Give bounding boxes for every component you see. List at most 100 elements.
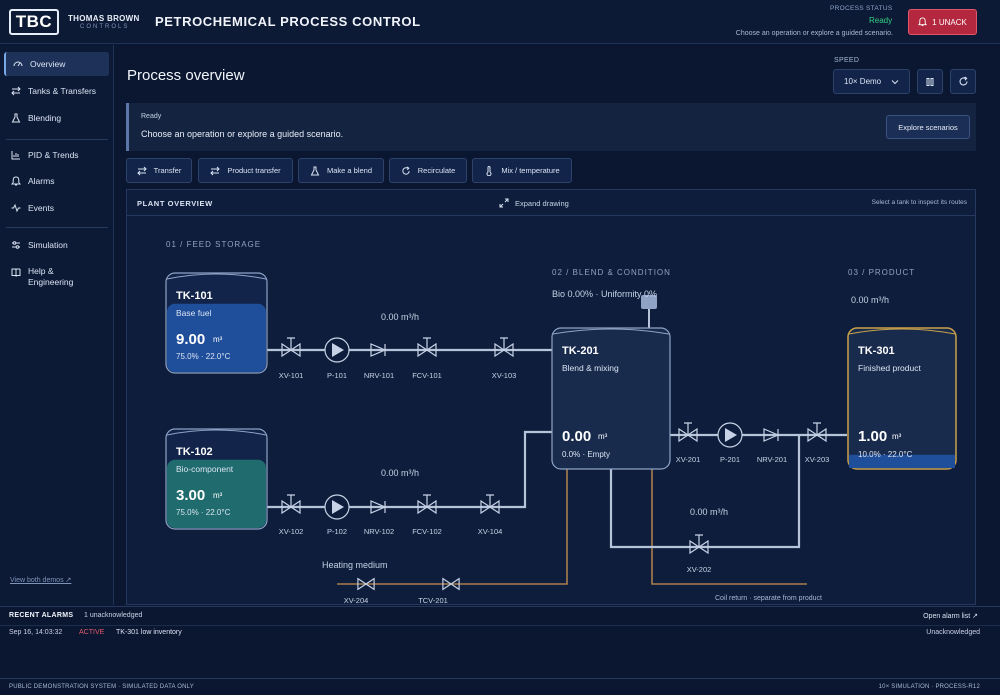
valve-xv101[interactable] [281, 337, 301, 357]
refresh-icon [402, 165, 410, 175]
plant-hint: Select a tank to inspect its routes [871, 199, 967, 206]
logo-subtitle: CONTROLS [80, 24, 130, 30]
alarm-time: Sep 16, 14:03:32 [9, 629, 63, 636]
flow-line2: 0.00 m³/h [381, 468, 419, 478]
label-fcv101: FCV-101 [412, 371, 442, 380]
banner-title: Ready [141, 113, 162, 120]
make-blend-button[interactable]: Make a blend [298, 158, 384, 183]
tank-id: TK-102 [176, 446, 213, 458]
sidebar-item-label: Overview [30, 59, 66, 69]
recent-alarms-panel: RECENT ALARMS 1 unacknowledged Open alar… [0, 606, 1000, 642]
sidebar-item-pid-trends[interactable]: PID & Trends [4, 143, 109, 167]
alarm-state: ACTIVE [79, 629, 105, 636]
reset-button[interactable] [950, 69, 976, 94]
plant-panel-header: PLANT OVERVIEW Expand drawing Select a t… [127, 190, 975, 216]
mix-temperature-button[interactable]: Mix / temperature [472, 158, 572, 183]
sidebar-divider [6, 227, 108, 228]
flask-icon [310, 166, 320, 175]
heating-line [337, 467, 807, 585]
label-p101: P-101 [327, 371, 347, 380]
pause-icon [926, 77, 934, 86]
sidebar-item-tanks-transfers[interactable]: Tanks & Transfers [4, 79, 109, 103]
op-label: Recirculate [417, 166, 456, 175]
page-title: Process overview [127, 67, 245, 84]
activity-icon [11, 203, 21, 213]
recirculate-button[interactable]: Recirculate [389, 158, 467, 183]
sidebar-item-simulation[interactable]: Simulation [4, 233, 109, 257]
book-icon [11, 268, 21, 277]
view-both-demos-link[interactable]: View both demos ↗ [10, 576, 71, 584]
transfer-button[interactable]: Transfer [126, 158, 192, 183]
product-transfer-button[interactable]: Product transfer [198, 158, 293, 183]
label-nrv201: NRV-201 [757, 455, 787, 464]
expand-drawing-button[interactable]: Expand drawing [499, 198, 569, 208]
unack-alarms-button[interactable]: 1 UNACK [908, 9, 977, 35]
sidebar-item-label: PID & Trends [28, 150, 79, 160]
footer: PUBLIC DEMONSTRATION SYSTEM · SIMULATED … [0, 678, 1000, 695]
process-status-value: Ready [869, 16, 893, 25]
tank-tk101[interactable]: TK-101 Base fuel 9.00 m³ 75.0% · 22.0°C [165, 272, 268, 374]
sidebar-item-blending[interactable]: Blending [4, 106, 109, 130]
tank-id: TK-201 [562, 345, 599, 357]
sidebar-item-label: Simulation [28, 240, 68, 250]
label-p201: P-201 [720, 455, 740, 464]
footer-version: 10× SIMULATION · PROCESS-R12 [878, 684, 980, 690]
app-title: PETROCHEMICAL PROCESS CONTROL [155, 14, 421, 29]
explore-scenarios-button[interactable]: Explore scenarios [886, 115, 970, 139]
label-p102: P-102 [327, 527, 347, 536]
sidebar-item-label: Alarms [28, 176, 55, 186]
pause-button[interactable] [917, 69, 943, 94]
coil-note: Coil return · separate from product [715, 595, 822, 602]
speed-select[interactable]: 10× Demo [833, 69, 910, 94]
open-alarm-list-link[interactable]: Open alarm list ↗ [923, 612, 978, 620]
label-xv202: XV-202 [687, 565, 712, 574]
flask-icon [11, 113, 21, 123]
pump-p102[interactable] [324, 494, 350, 520]
sidebar-item-overview[interactable]: Overview [4, 52, 109, 76]
valve-xv102[interactable] [281, 494, 301, 514]
tank-volume: 1.00 [858, 428, 887, 445]
sidebar-item-label: Events [28, 203, 54, 213]
sidebar-item-events[interactable]: Events [4, 196, 109, 220]
sidebar: Overview Tanks & Transfers Blending PID … [0, 45, 114, 605]
sidebar-item-help-engineering[interactable]: Help & Engineering [4, 261, 109, 293]
tank-tk301[interactable]: TK-301 Finished product 1.00 m³ 10.0% · … [847, 327, 957, 470]
app-header: TBC THOMAS BROWN CONTROLS PETROCHEMICAL … [0, 0, 1000, 44]
tank-volume: 0.00 [562, 428, 591, 445]
tank-tk102[interactable]: TK-102 Bio-component 3.00 m³ 75.0% · 22.… [165, 428, 268, 530]
op-label: Mix / temperature [501, 166, 560, 175]
section-product-label: 03 / PRODUCT [848, 268, 915, 277]
banner-message: Choose an operation or explore a guided … [141, 129, 344, 139]
sliders-icon [12, 241, 20, 249]
pump-p201[interactable] [717, 422, 743, 448]
valve-xv202[interactable] [689, 534, 709, 554]
op-label: Product transfer [227, 166, 281, 175]
alarms-title: RECENT ALARMS [9, 612, 74, 619]
chevron-down-icon [891, 79, 899, 84]
label-xv104: XV-104 [478, 527, 503, 536]
label-tcv201: TCV-201 [418, 596, 448, 605]
chart-icon [11, 151, 20, 160]
valve-xv201[interactable] [678, 422, 698, 442]
tank-name: Finished product [858, 363, 921, 373]
valve-xv203[interactable] [807, 422, 827, 442]
label-xv201: XV-201 [676, 455, 701, 464]
pump-p101[interactable] [324, 337, 350, 363]
sidebar-item-alarms[interactable]: Alarms [4, 169, 109, 193]
valve-fcv101[interactable] [417, 337, 437, 357]
heating-label: Heating medium [322, 560, 388, 570]
tank-tk201[interactable]: TK-201 Blend & mixing 0.00 m³ 0.0% · Emp… [551, 327, 671, 470]
transfer-icon [11, 86, 21, 96]
tank-unit: m³ [892, 432, 902, 441]
sidebar-divider [6, 139, 108, 140]
alarm-row[interactable]: Sep 16, 14:03:32 ACTIVE TK-301 low inven… [0, 626, 1000, 642]
valve-fcv102[interactable] [417, 494, 437, 514]
tank-detail: 10.0% · 22.0°C [858, 450, 913, 459]
label-xv203: XV-203 [805, 455, 830, 464]
plant-overview-panel: PLANT OVERVIEW Expand drawing Select a t… [126, 189, 976, 605]
label-xv101: XV-101 [279, 371, 304, 380]
footer-disclaimer: PUBLIC DEMONSTRATION SYSTEM · SIMULATED … [9, 684, 194, 690]
valve-xv104[interactable] [480, 494, 500, 514]
valve-xv103[interactable] [494, 337, 514, 357]
section-feed-label: 01 / FEED STORAGE [166, 240, 261, 249]
